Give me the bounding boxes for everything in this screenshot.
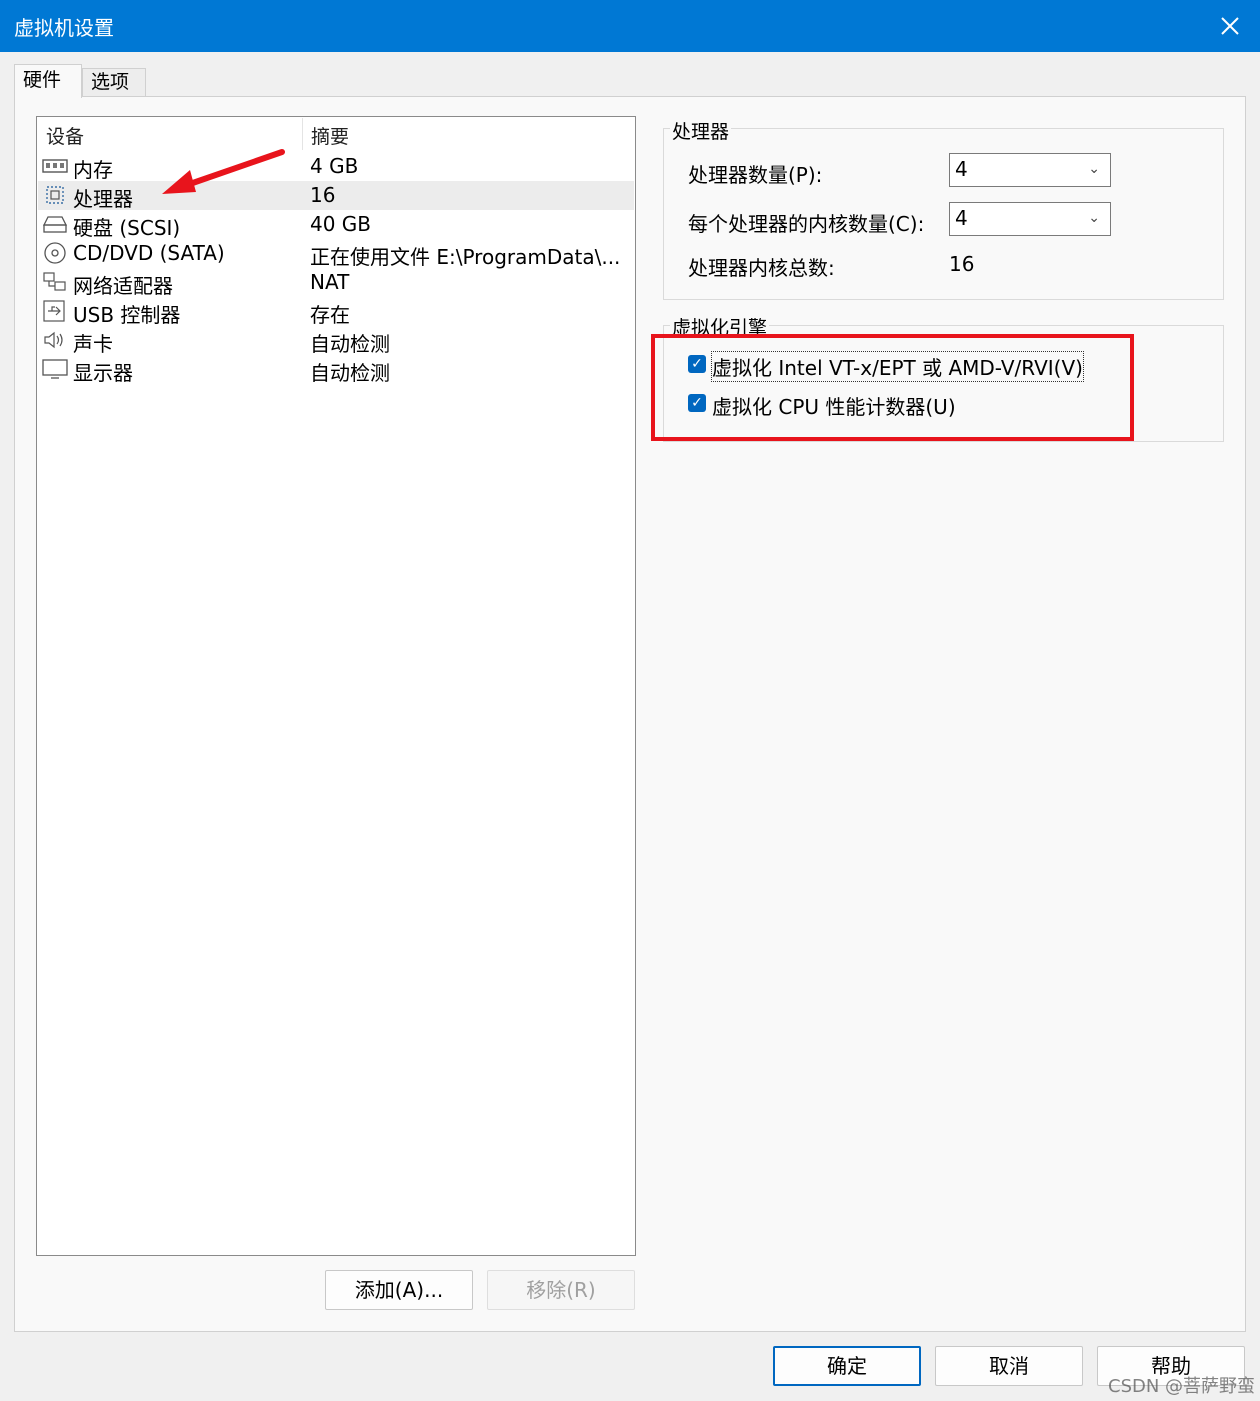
display-icon — [42, 359, 68, 379]
column-header-summary[interactable]: 摘要 — [311, 122, 349, 149]
total-cores-label: 处理器内核总数: — [688, 256, 835, 280]
checkmark-icon: ✓ — [691, 395, 703, 411]
device-name: 内存 — [73, 158, 113, 182]
watermark: CSDN @菩萨野蛮 — [1108, 1376, 1256, 1397]
close-icon — [1221, 17, 1239, 35]
sound-icon — [44, 331, 63, 349]
cpu-perf-counter-checkbox[interactable]: ✓ — [688, 394, 706, 412]
device-summary: 自动检测 — [310, 361, 390, 385]
device-summary: NAT — [310, 270, 350, 294]
ok-button[interactable]: 确定 — [773, 1346, 921, 1386]
memory-icon — [42, 159, 68, 173]
chevron-down-icon: ⌄ — [1088, 161, 1100, 177]
device-summary: 4 GB — [310, 154, 359, 178]
usb-icon — [43, 300, 65, 322]
processor-group-title: 处理器 — [670, 117, 732, 144]
device-summary: 正在使用文件 E:\ProgramData\... — [310, 245, 621, 269]
cpu-perf-counter-label[interactable]: 虚拟化 CPU 性能计数器(U) — [712, 391, 956, 420]
remove-button[interactable]: 移除(R) — [487, 1270, 635, 1310]
cd-dvd-icon — [44, 242, 66, 264]
window-title: 虚拟机设置 — [14, 16, 114, 40]
cores-per-processor-label: 每个处理器的内核数量(C): — [688, 212, 925, 236]
device-name: 声卡 — [73, 332, 113, 356]
processor-icon — [46, 186, 64, 204]
device-summary: 自动检测 — [310, 332, 390, 356]
device-row-processor[interactable]: 处理器 16 — [38, 181, 634, 211]
annotation-arrow — [162, 149, 285, 194]
device-name: 处理器 — [73, 187, 133, 211]
cores-per-processor-select[interactable]: 4 ⌄ — [949, 202, 1111, 236]
add-button[interactable]: 添加(A)... — [325, 1270, 473, 1310]
chevron-down-icon: ⌄ — [1088, 210, 1100, 226]
device-summary: 40 GB — [310, 212, 372, 236]
processor-count-select[interactable]: 4 ⌄ — [949, 153, 1111, 187]
processor-count-label: 处理器数量(P): — [688, 163, 823, 187]
device-name: 硬盘 (SCSI) — [73, 216, 181, 240]
device-row-memory[interactable]: 内存 4 GB — [38, 152, 634, 182]
hard-disk-icon — [42, 216, 68, 233]
checkmark-icon: ✓ — [691, 356, 703, 372]
cancel-button[interactable]: 取消 — [935, 1346, 1083, 1386]
tab-hardware[interactable]: 硬件 — [14, 64, 82, 98]
annotation-highlight-box — [651, 334, 1134, 441]
device-name: 网络适配器 — [73, 274, 173, 298]
processor-count-value: 4 — [955, 157, 968, 181]
title-bar — [0, 0, 1260, 52]
cores-per-processor-value: 4 — [955, 206, 968, 230]
device-name: USB 控制器 — [73, 303, 181, 327]
device-name: 显示器 — [73, 361, 133, 385]
device-row-sound[interactable]: 声卡 自动检测 — [38, 326, 634, 356]
device-row-usb[interactable]: USB 控制器 存在 — [38, 297, 634, 327]
tab-options[interactable]: 选项 — [82, 68, 146, 96]
device-summary: 16 — [310, 183, 336, 207]
device-row-cd-dvd[interactable]: CD/DVD (SATA) 正在使用文件 E:\ProgramData\... — [38, 239, 634, 269]
device-row-display[interactable]: 显示器 自动检测 — [38, 355, 634, 385]
total-cores-value: 16 — [949, 252, 975, 276]
device-summary: 存在 — [310, 303, 350, 327]
vt-x-checkbox[interactable]: ✓ — [688, 355, 706, 373]
network-adapter-icon — [43, 272, 66, 291]
column-separator[interactable] — [302, 118, 303, 150]
device-name: CD/DVD (SATA) — [73, 241, 225, 265]
device-row-network[interactable]: 网络适配器 NAT — [38, 268, 634, 298]
vt-x-label[interactable]: 虚拟化 Intel VT-x/EPT 或 AMD-V/RVI(V) — [711, 351, 1084, 382]
device-row-hard-disk[interactable]: 硬盘 (SCSI) 40 GB — [38, 210, 634, 240]
column-header-device[interactable]: 设备 — [46, 122, 84, 149]
close-button[interactable] — [1212, 8, 1248, 44]
